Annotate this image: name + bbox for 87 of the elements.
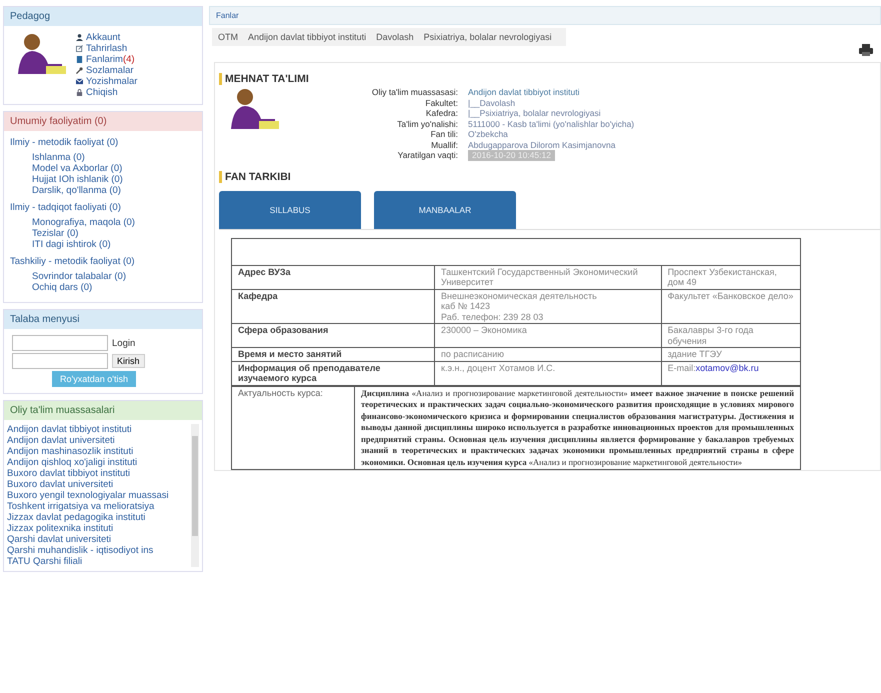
activity-group-link[interactable]: Ilmiy - metodik faoliyat (0) [10,137,196,148]
breadcrumb-link[interactable]: Davolash [376,32,414,42]
institution-link[interactable]: Andijon davlat universiteti [7,435,115,446]
table-cell: Ташкентский Государственный Экономический Университет [434,265,662,289]
table-cell: к.э.н., доцент Хотамов И.С. [434,361,662,385]
profile-link[interactable]: Akkaunt [76,32,120,43]
institution-link[interactable]: Andijon qishloq xo'jaligi instituti [7,457,138,468]
table-cell: Время и место занятий [232,348,434,361]
institution-link[interactable]: Andijon davlat tibbiyot instituti [7,424,132,435]
institution-link[interactable]: TATU Qarshi filiali [7,556,82,567]
institution-link[interactable]: Qarshi davlat universiteti [7,534,112,545]
field-label: Kafedra: [424,108,458,118]
login-label: Login [112,338,136,348]
panel-title: Talaba menyusi [4,310,202,329]
activity-link[interactable]: Sovrindor talabalar (0) [32,271,126,282]
field-label: Yaratilgan vaqti: [396,150,458,160]
activity-link[interactable]: Hujjat IOh ishlanik (0) [32,174,123,185]
table-cell: здание ТГЭУ [661,348,800,361]
institution-link[interactable]: Jizzax politexnika instituti [7,523,114,534]
field-value: 5111000 - Kasb ta'limi (yo'nalishlar bo'yicha) [468,118,634,129]
table-cell: Проспект Узбекистанская, дом 49 [661,265,800,289]
breadcrumb-link[interactable]: Andijon davlat tibbiyot instituti [248,32,366,42]
institution-link[interactable]: Toshkent irrigatsiya va melioratsiya [7,501,154,512]
profile-link[interactable]: Tahrirlash [76,43,128,54]
table-cell: Актуальность курса: [232,386,354,470]
top-tab[interactable]: Fanlar [216,11,239,20]
activity-link[interactable]: Ochiq dars (0) [32,282,92,293]
edit-icon [76,44,83,52]
table-cell: Кафедра [232,289,434,324]
profile-link[interactable]: Sozlamalar [76,65,134,76]
activity-link[interactable]: Darslik, qo'llanma (0) [32,185,121,196]
field-value: |__Davolash [468,98,516,108]
activity-link[interactable]: Monografiya, maqola (0) [32,217,135,228]
course-title: MEHNAT TA'LIMI [219,73,880,85]
email-link[interactable]: xotamov@bk.ru [696,362,759,372]
mail-icon [76,78,83,84]
book-icon [76,56,83,62]
breadcrumb-link[interactable]: OTM [218,32,238,42]
activity-link[interactable]: ITI dagi ishtirok (0) [32,239,111,250]
tab[interactable]: SILLABUS [219,190,361,228]
table-cell: 230000 – Экономика [434,324,662,348]
field-label: Ta'lim yo'nalishi: [396,118,458,129]
field-link[interactable]: Andijon davlat tibbiyot instituti [468,87,634,98]
section-title: FAN TARKIBI [219,170,880,182]
panel-title: Oliy ta'lim muassasalari [4,401,202,420]
table-cell: по расписанию [434,348,662,361]
table-cell: Бакалавры 3-го года обучения [661,324,800,348]
password-field[interactable] [12,353,108,369]
institution-link[interactable]: Buxoro davlat tibbiyot instituti [7,468,130,479]
field-label: Muallif: [430,140,458,150]
panel-title: Pedagog [4,7,202,26]
wrench-icon [76,66,83,74]
scrollbar[interactable] [191,424,199,567]
login-field[interactable] [12,335,108,351]
field-label: Fan tili: [430,129,458,140]
lock-icon [76,88,83,96]
tab[interactable]: MANBAALAR [374,190,516,228]
user-icon [76,34,83,40]
institution-link[interactable]: Buxoro yengil texnologiyalar muassasi [7,490,169,501]
table-cell: Внешнеэкономическая деятельность каб № 1423 Раб. телефон: 239 28 03 [434,289,662,324]
table-cell: Сфера образования [232,324,434,348]
breadcrumb-link[interactable]: Psixiatriya, bolalar nevrologiyasi [424,32,552,42]
activity-group-link[interactable]: Tashkiliy - metodik faoliyat (0) [10,256,196,267]
field-label: Oliy ta'lim muassasasi: [370,87,458,98]
activity-link[interactable]: Ishlanma (0) [32,152,85,163]
institution-link[interactable]: Buxoro davlat universiteti [7,479,114,490]
table-cell: Факультет «Банковское дело» [661,289,800,324]
table-cell: Адрес ВУЗа [232,265,434,289]
field-value: |__Psixiatriya, bolalar nevrologiyasi [468,108,602,118]
profile-link[interactable]: Chiqish [76,87,118,98]
profile-link[interactable]: Yozishmalar [76,76,138,87]
login-button[interactable]: Kirish [112,354,145,368]
field-value: Abdugapparova Dilorom Kasimjanovna [468,140,616,150]
institution-link[interactable]: Qarshi muhandislik - iqtisodiyot ins [7,545,154,556]
field-label: Fakultet: [424,98,458,108]
table-cell: E-mail:xotamov@bk.ru [661,361,800,385]
profile-link[interactable]: Fanlarim(4) [76,54,135,65]
institution-link[interactable]: Jizzax davlat pedagogika instituti [7,512,146,523]
activity-group-link[interactable]: Ilmiy - tadqiqot faoliyati (0) [10,202,196,213]
institution-link[interactable]: Andijon mashinasozlik instituti [7,446,134,457]
activity-link[interactable]: Model va Axborlar (0) [32,163,122,174]
activity-link[interactable]: Tezislar (0) [32,228,78,239]
print-icon[interactable] [859,44,873,56]
course-relevance-paragraph: Дисциплина «Анализ и прогнозирование маркетинговой деятельности» имеет важное значение в поиске решений теоретических и практических задач социально-экономического развития происходящие в условиях мирового финансово-экономического кризиса и формировании специалистов образования магистратуры. Достижения и выводы данной дисциплины широко используется в разработке инновационных проектов для промышленных предприятий страны. Основная цель изучения дисциплины является формирование у бакалавров требуемых знаний в теоретических и практических задачах экономики промышленных предприятий страны в сфере экономики. Основная цель изучения курса «Анализ и прогнозирование маркетинговой деятельности» [354,386,800,470]
panel-title: Umumiy faoliyatim (0) [4,112,202,131]
field-value: O'zbekcha [468,129,509,140]
table-cell: Информация об преподавателе изучаемого курса [232,361,434,385]
